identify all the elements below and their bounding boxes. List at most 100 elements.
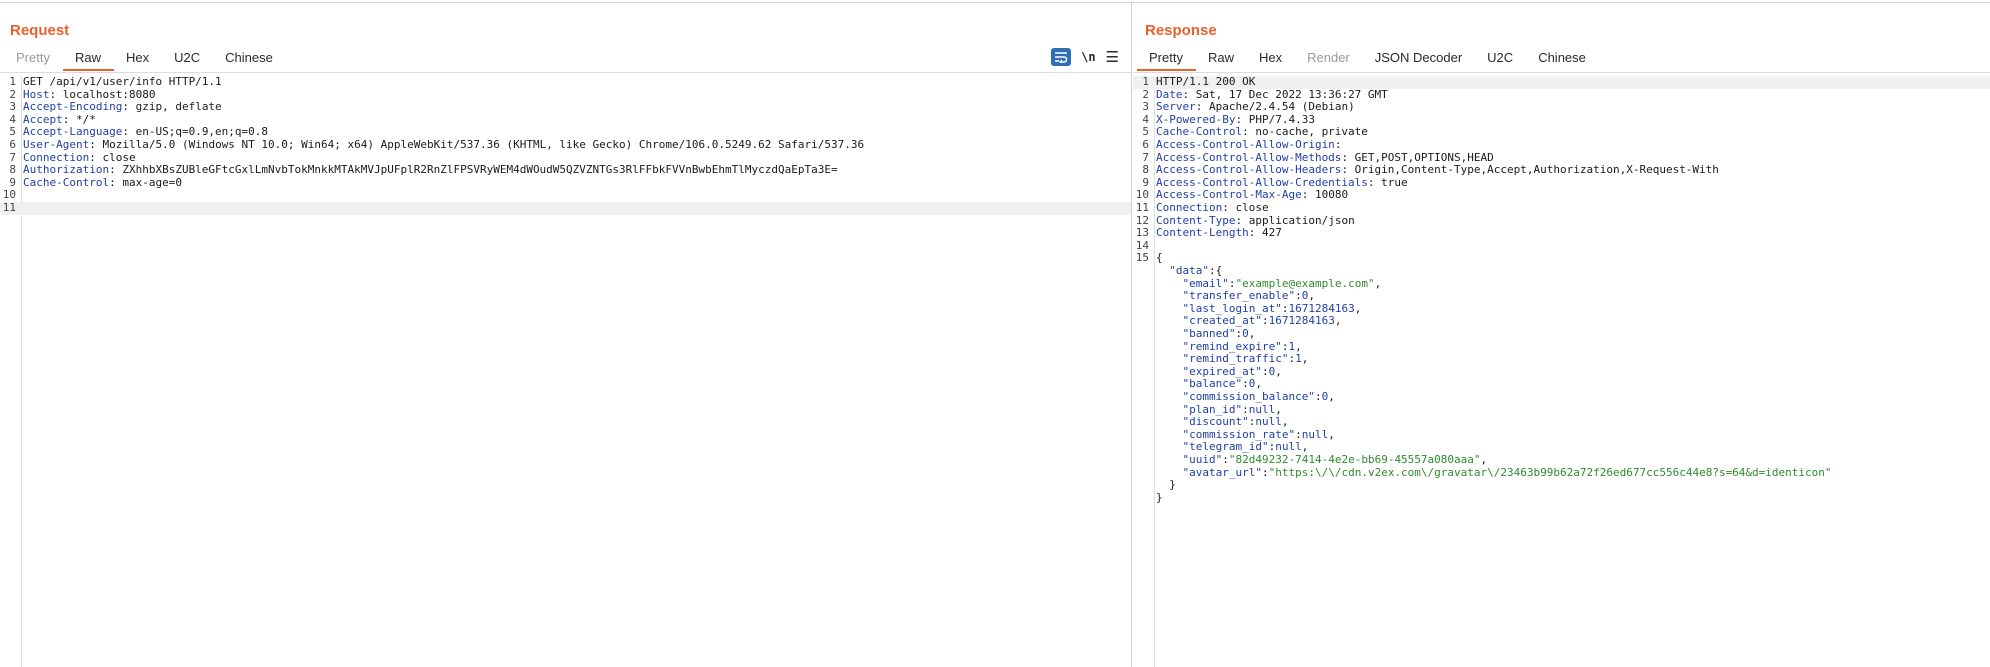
header-name: Server xyxy=(1156,100,1196,114)
text-segment: : Origin,Content-Type,Accept,Authorizati… xyxy=(1341,163,1719,177)
json-key: "uuid" xyxy=(1182,453,1223,466)
response-editor[interactable]: 1 HTTP/1.1 200 OK 2 Date: Sat, 17 Dec 2022 … xyxy=(1133,75,1990,667)
request-tab-u2c[interactable]: U2C xyxy=(162,46,213,71)
text-segment xyxy=(1156,453,1183,466)
text-segment xyxy=(1156,277,1183,290)
text-segment: : max-age=0 xyxy=(109,175,182,189)
header-name: Accept xyxy=(23,112,63,126)
line-number: 6 xyxy=(9,138,16,151)
header-name: Access-Control-Allow-Credentials xyxy=(1156,175,1368,189)
text-segment: : close xyxy=(89,150,136,164)
response-line[interactable]: "avatar_url":"https:\/\/cdn.v2ex.com\/gr… xyxy=(1133,465,1990,480)
text-segment: : application/json xyxy=(1235,213,1355,227)
request-line[interactable]: 3 Accept-Encoding: gzip, deflate xyxy=(0,100,1131,114)
text-segment: : Apache/2.4.54 (Debian) xyxy=(1195,100,1355,114)
header-name: Access-Control-Allow-Methods xyxy=(1156,150,1342,164)
json-key: "data" xyxy=(1169,264,1209,277)
response-tab-raw[interactable]: Raw xyxy=(1196,46,1247,71)
json-key: "commission_rate" xyxy=(1182,427,1296,441)
line-number: 3 xyxy=(1142,100,1149,114)
line-number: 1 xyxy=(9,75,16,88)
request-tabs-divider xyxy=(0,72,1131,73)
text-segment xyxy=(1156,377,1183,390)
text-segment: , xyxy=(1374,276,1382,290)
header-name: X-Powered-By xyxy=(1156,112,1236,126)
text-segment: : ZXhhbXBsZUBleGFtcGxlLmNvbTokMnkkMTAkMV… xyxy=(109,163,838,177)
text-segment xyxy=(1156,264,1169,277)
header-name: Host xyxy=(23,87,50,101)
text-segment: : xyxy=(1261,364,1269,378)
text-segment: : xyxy=(1295,289,1302,303)
header-name: Access-Control-Allow-Origin xyxy=(1156,138,1335,151)
response-tab-u2c[interactable]: U2C xyxy=(1475,46,1526,71)
text-segment: , xyxy=(1480,453,1488,466)
response-tab-chinese[interactable]: Chinese xyxy=(1526,46,1599,71)
text-segment: GET /api/v1/user/info HTTP/1.1 xyxy=(23,75,222,88)
json-value: 1671284163 xyxy=(1288,301,1355,315)
line-number: 11 xyxy=(2,201,16,214)
text-segment: :{ xyxy=(1209,264,1223,277)
text-segment: } xyxy=(1156,490,1163,504)
response-tab-json-decoder[interactable]: JSON Decoder xyxy=(1363,46,1475,71)
response-line[interactable]: } xyxy=(1133,490,1990,505)
text-segment: : xyxy=(1222,453,1229,466)
text-segment xyxy=(1156,327,1183,340)
text-segment: , xyxy=(1275,364,1282,378)
response-tab-pretty[interactable]: Pretty xyxy=(1137,46,1196,71)
request-title: Request xyxy=(10,22,70,39)
text-segment: , xyxy=(1281,415,1289,429)
text-segment: : Sat, 17 Dec 2022 13:36:27 GMT xyxy=(1182,87,1388,101)
text-segment: : 427 xyxy=(1248,226,1282,240)
text-segment: , xyxy=(1328,427,1335,441)
request-tab-chinese[interactable]: Chinese xyxy=(213,46,286,71)
request-pane: Request Pretty Raw Hex U2C Chinese \n ☰ 1 GET… xyxy=(0,3,1131,667)
text-segment: } xyxy=(1156,478,1176,492)
json-string: "82d49232-7414-4e2e-bb69-45557a080aaa" xyxy=(1228,453,1481,466)
response-line[interactable]: 14 xyxy=(1133,239,1990,253)
request-tab-pretty[interactable]: Pretty xyxy=(4,46,63,71)
request-tab-hex[interactable]: Hex xyxy=(114,46,162,71)
text-segment: : Mozilla/5.0 (Windows NT 10.0; Win64; x… xyxy=(89,138,865,151)
request-line[interactable]: 11 xyxy=(0,201,1131,215)
text-segment xyxy=(1156,314,1183,327)
text-segment: : no-cache, private xyxy=(1242,125,1368,139)
response-line[interactable]: } xyxy=(1133,478,1990,492)
json-string: "https:\/\/cdn.v2ex.com\/gravatar\/23463… xyxy=(1268,465,1832,479)
request-line[interactable]: 9 Cache-Control: max-age=0 xyxy=(0,175,1131,190)
line-number: 13 xyxy=(1135,226,1149,240)
request-tab-raw[interactable]: Raw xyxy=(62,46,114,71)
header-name: Authorization xyxy=(23,163,110,177)
text-segment: , xyxy=(1334,314,1342,328)
json-key: "last_login_at" xyxy=(1182,301,1282,315)
response-line[interactable]: 13 Content-Length: 427 xyxy=(1133,226,1990,240)
response-line[interactable]: 15 { xyxy=(1133,252,1990,265)
request-line[interactable]: 6 User-Agent: Mozilla/5.0 (Windows NT 10.… xyxy=(0,138,1131,152)
text-segment: HTTP/1.1 200 OK xyxy=(1156,75,1256,88)
text-segment xyxy=(1156,415,1183,428)
response-tab-hex[interactable]: Hex xyxy=(1247,46,1295,71)
word-wrap-button[interactable] xyxy=(1051,48,1072,66)
header-name: User-Agent xyxy=(23,138,90,151)
json-key: "remind_traffic" xyxy=(1182,352,1289,366)
response-line[interactable]: "created_at":1671284163, xyxy=(1133,315,1990,328)
json-key: "commission_balance" xyxy=(1182,390,1315,403)
text-segment xyxy=(1156,352,1183,365)
show-newlines-button[interactable]: \n xyxy=(1081,50,1095,64)
line-number: 11 xyxy=(1135,201,1149,214)
text-segment xyxy=(1156,340,1183,353)
header-name: Content-Length xyxy=(1156,226,1249,240)
text-segment: : xyxy=(1242,377,1249,391)
text-segment xyxy=(1156,365,1183,378)
request-line[interactable]: 1 GET /api/v1/user/info HTTP/1.1 xyxy=(0,75,1131,89)
pane-splitter[interactable] xyxy=(1131,3,1132,667)
text-segment: , xyxy=(1301,352,1309,366)
request-editor[interactable]: 1 GET /api/v1/user/info HTTP/1.1 2 Host: lo… xyxy=(0,75,1131,667)
hamburger-menu-icon[interactable]: ☰ xyxy=(1106,48,1119,66)
json-value: null xyxy=(1255,415,1282,429)
text-segment xyxy=(1156,302,1183,315)
response-tab-render[interactable]: Render xyxy=(1295,46,1363,71)
text-segment: : en-US;q=0.9,en;q=0.8 xyxy=(122,125,269,139)
text-segment: , xyxy=(1308,289,1315,303)
line-number: 3 xyxy=(9,100,16,114)
request-line[interactable]: 10 xyxy=(0,189,1131,202)
